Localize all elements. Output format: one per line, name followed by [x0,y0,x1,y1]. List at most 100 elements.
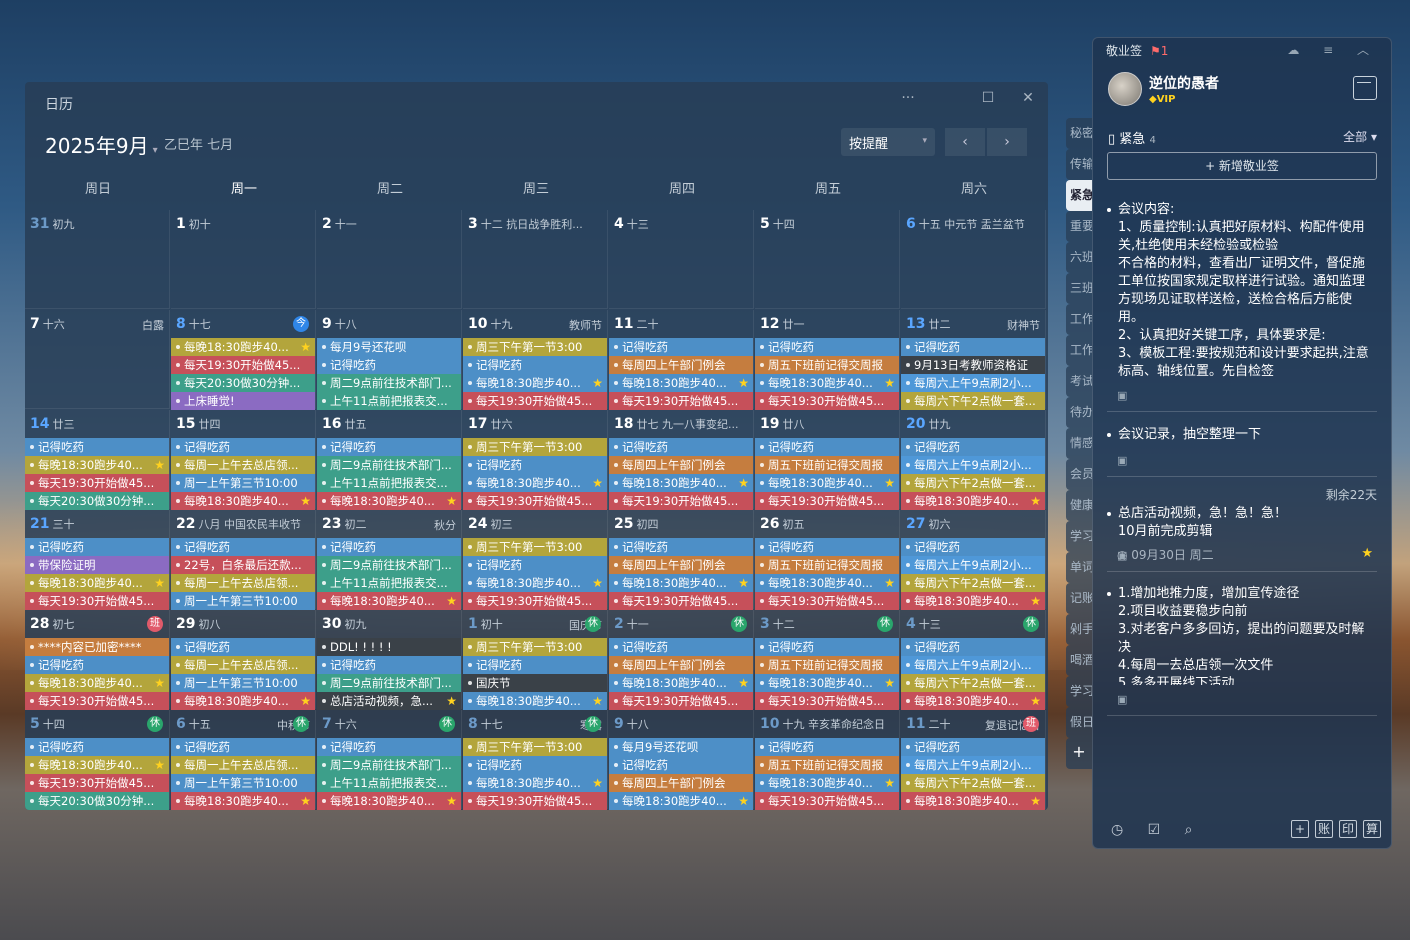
note-item[interactable]: 1.增加地推力度，增加宣传途径 2.项目收益要稳步向前 3.对老客户多多回访，提出的… [1107,585,1377,685]
event-item[interactable]: 每晚18:30跑步40... ★ [463,774,607,792]
event-item[interactable]: 记得吃药 [901,338,1045,356]
event-item[interactable]: 每周四上午部门例会 [609,356,753,374]
new-note-button[interactable]: + 新增敬业签 [1107,152,1377,180]
event-item[interactable]: 记得吃药 [901,438,1045,456]
event-item[interactable]: 周五下班前记得交周报 [755,556,899,574]
day-cell[interactable]: 5 十四 休记得吃药 每晚18:30跑步40... ★ 每天19:30开始做45... 每天… [25,710,170,810]
day-cell[interactable]: 3 十二 抗日战争胜利... [463,210,608,309]
event-item[interactable]: 每周六下午2点做一套... [901,674,1045,692]
day-cell[interactable]: 5 十四 [755,210,900,309]
event-item[interactable]: 记得吃药 [901,638,1045,656]
attachment-icon[interactable]: ▣ [1117,454,1127,467]
day-cell[interactable]: 19 廿八 记得吃药 周五下班前记得交周报 每晚18:30跑步40... ★ 每天19:30… [755,410,900,510]
event-item[interactable]: 每晚18:30跑步40... ★ [463,374,607,392]
day-cell[interactable]: 27 初六 记得吃药 每周六上午9点刷2小... 每周六下午2点做一套... 每晚18:3… [901,510,1046,610]
day-cell[interactable]: 20 廿九 记得吃药 每周六上午9点刷2小... 每周六下午2点做一套... 每晚18:3… [901,410,1046,510]
event-item[interactable]: 每晚18:30跑步40... ★ [609,574,753,592]
event-item[interactable]: 记得吃药 [901,538,1045,556]
event-item[interactable]: 记得吃药 [171,438,315,456]
category-tab[interactable]: 学习 [1066,676,1092,707]
event-item[interactable]: 记得吃药 [609,438,753,456]
prev-month-button[interactable]: ‹ [945,128,985,156]
event-item[interactable]: 记得吃药 [317,538,461,556]
event-item[interactable]: 周三下午第一节3:00 [463,338,607,356]
event-item[interactable]: 记得吃药 [171,738,315,756]
event-item[interactable]: 每天19:30开始做45... [755,592,899,610]
day-cell[interactable]: 8十七寒露休周三下午第一节3:00记得吃药每晚18:30跑步40...★每天19… [463,710,608,810]
event-item[interactable]: 每周六上午9点刷2小... [901,456,1045,474]
event-item[interactable]: 记得吃药 [463,656,607,674]
category-tab[interactable]: 学习 [1066,521,1092,552]
footer-action-button[interactable]: 账 [1315,820,1333,838]
event-item[interactable]: 周一上午第三节10:00 [171,474,315,492]
event-item[interactable]: 周二9点前往技术部门... [317,556,461,574]
event-item[interactable]: 每晚18:30跑步40... ★ [755,474,899,492]
event-item[interactable]: 上午11点前把报表交... [317,774,461,792]
event-item[interactable]: 每周六上午9点刷2小... [901,756,1045,774]
event-item[interactable]: 周五下班前记得交周报 [755,456,899,474]
close-icon[interactable]: ✕ [1013,90,1043,106]
event-item[interactable]: 周五下班前记得交周报 [755,656,899,674]
day-cell[interactable]: 30 初九 DDL! ! ! ! ! 记得吃药 周二9点前往技术部门... 总店活动视频，… [317,610,462,710]
day-cell[interactable]: 14 廿三 记得吃药 每晚18:30跑步40... ★ 每天19:30开始做45... 每天… [25,410,170,510]
event-item[interactable]: 周一上午第三节10:00 [171,774,315,792]
event-item[interactable]: 记得吃药 [463,456,607,474]
event-item[interactable]: 每月9号还花呗 [317,338,461,356]
next-month-button[interactable]: › [987,128,1027,156]
event-item[interactable]: 每周四上午部门例会 [609,456,753,474]
event-item[interactable]: 每晚18:30跑步40... ★ [317,592,461,610]
event-item[interactable]: 每晚18:30跑步40... ★ [171,692,315,710]
event-item[interactable]: 记得吃药 [463,556,607,574]
note-item[interactable]: 会议记录，抽空整理一下 [1107,426,1377,446]
category-tab[interactable]: 单词 [1066,552,1092,583]
event-item[interactable]: 每晚18:30跑步40... ★ [901,592,1045,610]
event-item[interactable]: 记得吃药 [755,538,899,556]
event-item[interactable]: 每周一上午去总店领... [171,756,315,774]
day-cell[interactable]: 2 十一 休记得吃药 每周四上午部门例会 每晚18:30跑步40... ★ 每天19:30开… [609,610,754,710]
event-item[interactable]: 每晚18:30跑步40... ★ [25,574,169,592]
event-item[interactable]: 每周一上午去总店领... [171,574,315,592]
event-item[interactable]: 22号，白条最后还款... [171,556,315,574]
event-item[interactable]: 每天20:30做30分钟... [25,492,169,510]
event-item[interactable]: 每晚18:30跑步40... ★ [609,674,753,692]
star-icon[interactable]: ★ [1361,546,1373,561]
event-item[interactable]: 每晚18:30跑步40... ★ [171,792,315,810]
event-item[interactable]: 每晚18:30跑步40... ★ [609,374,753,392]
event-item[interactable]: 每天19:30开始做45... [463,792,607,810]
event-item[interactable]: 周二9点前往技术部门... [317,674,461,692]
event-item[interactable]: 记得吃药 [25,538,169,556]
category-tab[interactable]: 工作 [1066,335,1092,366]
category-tab[interactable]: 待办 [1066,397,1092,428]
event-item[interactable]: 每晚18:30跑步40... ★ [463,474,607,492]
event-item[interactable]: 每晚18:30跑步40... ★ [609,792,753,810]
day-cell[interactable]: 7 十六 白露 [25,310,170,409]
event-item[interactable]: 带保险证明 [25,556,169,574]
panel-footer-tools[interactable]: ◷ ☑ ⌕ [1111,822,1203,838]
day-cell[interactable]: 11 二十 复退记忆日班记得吃药 每周六上午9点刷2小... 每周六下午2点做一套...… [901,710,1046,810]
add-category-button[interactable]: + [1066,738,1092,769]
day-cell[interactable]: 1初十国庆节休周三下午第一节3:00记得吃药国庆节每晚18:30跑步40...★ [463,610,608,710]
event-item[interactable]: 每晚18:30跑步40... ★ [755,774,899,792]
footer-action-button[interactable]: + [1291,820,1309,838]
day-cell[interactable]: 29 初八 记得吃药 每周一上午去总店领... 周一上午第三节10:00 每晚18:30跑… [171,610,316,710]
event-item[interactable]: 周三下午第一节3:00 [463,638,607,656]
event-item[interactable]: 每晚18:30跑步40... ★ [901,792,1045,810]
event-item[interactable]: 每晚18:30跑步40... ★ [463,574,607,592]
day-cell[interactable]: 3 十二 休记得吃药 周五下班前记得交周报 每晚18:30跑步40... ★ 每天19:30… [755,610,900,710]
category-tab[interactable]: 剁手 [1066,614,1092,645]
event-item[interactable]: 周一上午第三节10:00 [171,674,315,692]
event-item[interactable]: 每晚18:30跑步40... ★ [317,792,461,810]
day-cell[interactable]: 10 十九 教师节 周三下午第一节3:00 记得吃药 每晚18:30跑步40... ★ 每天1… [463,310,608,410]
category-tab[interactable]: 健康 [1066,490,1092,521]
day-cell[interactable]: 4 十三 [609,210,754,309]
event-item[interactable]: 每晚18:30跑步40... ★ [609,474,753,492]
maximize-icon[interactable]: ☐ [973,90,1003,106]
event-item[interactable]: 周三下午第一节3:00 [463,538,607,556]
event-item[interactable]: 每天19:30开始做45... [25,474,169,492]
category-tab[interactable]: 三班 [1066,273,1092,304]
event-item[interactable]: 记得吃药 [317,656,461,674]
event-item[interactable]: 每周六下午2点做一套... [901,774,1045,792]
event-item[interactable]: 记得吃药 [317,438,461,456]
event-item[interactable]: 每晚18:30跑步40... ★ [755,574,899,592]
event-item[interactable]: 记得吃药 [755,338,899,356]
